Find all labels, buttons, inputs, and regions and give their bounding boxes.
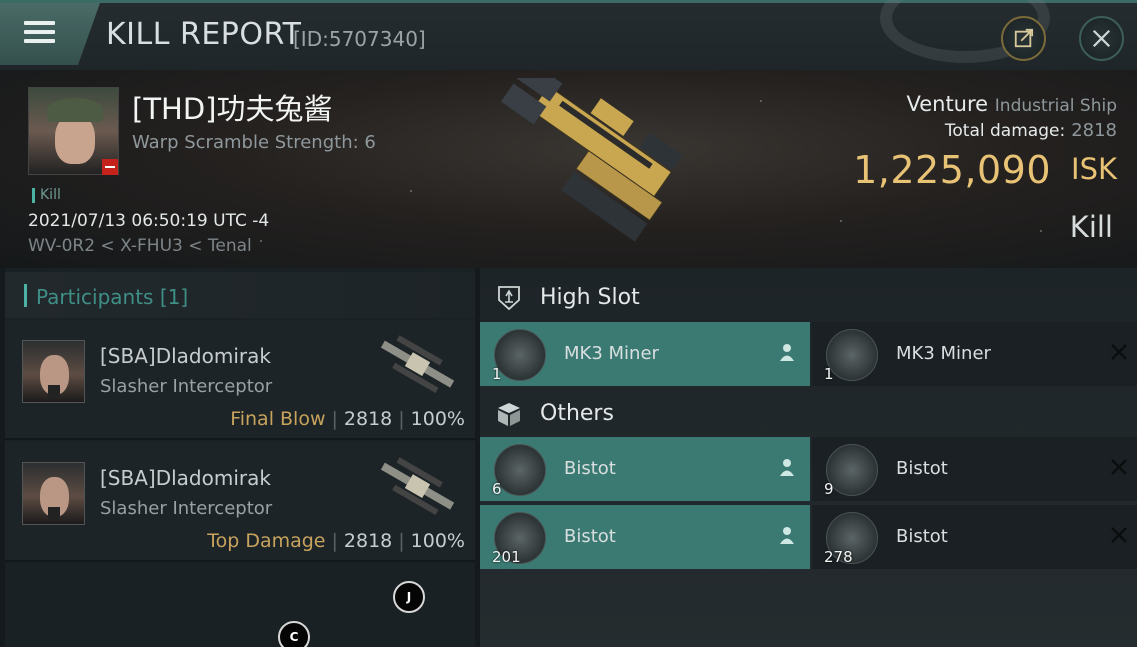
item-card[interactable]: 9 Bistot <box>812 437 1137 501</box>
hint-marker-c[interactable]: C <box>278 621 310 647</box>
participant-row[interactable]: [SBA]Dladomirak Slasher Interceptor Top … <box>5 442 475 562</box>
high-slot-header: High Slot <box>480 272 1137 322</box>
title-bar: KILL REPORT [ID:5707340] <box>0 0 1137 70</box>
dropped-person-icon <box>780 344 794 361</box>
participant-role: Top Damage <box>207 530 326 552</box>
item-card[interactable]: 201 Bistot <box>480 505 810 569</box>
slasher-ship-image <box>380 335 455 393</box>
close-icon <box>1092 29 1111 48</box>
dropped-person-icon <box>780 459 794 476</box>
page-title: KILL REPORT <box>106 17 302 52</box>
item-card[interactable]: 1 MK3 Miner <box>480 322 810 386</box>
item-card[interactable]: 278 Bistot <box>812 505 1137 569</box>
victim-name[interactable]: [THD]功夫兔酱 <box>132 86 332 128</box>
item-quantity: 1 <box>824 365 834 383</box>
kill-tag: Kill <box>40 187 61 203</box>
destroyed-x-icon <box>1111 344 1127 360</box>
total-damage: Total damage: 2818 <box>944 120 1117 141</box>
high-slot-title: High Slot <box>540 285 640 310</box>
slasher-ship-image <box>380 457 455 515</box>
others-title: Others <box>540 401 614 426</box>
participant-percent: 100% <box>410 408 465 430</box>
participants-title: Participants <box>36 285 154 309</box>
warp-scramble-strength: Warp Scramble Strength: 6 <box>132 132 376 153</box>
kill-timestamp: 2021/07/13 06:50:19 UTC -4 <box>28 211 270 231</box>
participants-count: [1] <box>159 285 189 309</box>
others-header: Others <box>480 388 1137 438</box>
participant-name: [SBA]Dladomirak <box>100 466 271 490</box>
dropped-person-icon <box>780 527 794 544</box>
isk-value: 1,225,090 <box>853 148 1051 192</box>
menu-button[interactable] <box>0 3 100 65</box>
kill-result: Kill <box>1069 210 1113 244</box>
participant-ship: Slasher Interceptor <box>100 376 273 397</box>
item-name: MK3 Miner <box>564 343 659 364</box>
item-name: MK3 Miner <box>896 343 991 364</box>
participant-avatar <box>22 340 85 403</box>
item-quantity: 9 <box>824 480 834 498</box>
item-name: Bistot <box>564 458 616 479</box>
ship-class: Industrial Ship <box>994 96 1117 116</box>
items-panel: High Slot 1 MK3 Miner 1 MK3 Miner Others… <box>480 268 1137 647</box>
item-card[interactable]: 1 MK3 Miner <box>812 322 1137 386</box>
participant-percent: 100% <box>410 530 465 552</box>
participant-damage: 2818 <box>343 408 393 430</box>
cargo-box-icon <box>498 403 520 426</box>
hint-marker-j[interactable]: J <box>393 581 425 613</box>
external-link-icon <box>1014 28 1034 48</box>
item-name: Bistot <box>896 458 948 479</box>
high-slot-icon <box>498 286 520 311</box>
participant-avatar <box>22 462 85 525</box>
item-name: Bistot <box>564 526 616 547</box>
destroyed-x-icon <box>1111 527 1127 543</box>
participant-damage: 2818 <box>343 530 393 552</box>
ship-type[interactable]: Venture Industrial Ship <box>906 92 1117 116</box>
participants-header: Participants [1] <box>5 272 475 318</box>
item-quantity: 6 <box>492 480 502 498</box>
close-button[interactable] <box>1079 16 1124 61</box>
participant-stats: Final Blow | 2818 | 100% <box>230 408 465 430</box>
security-status-badge <box>102 159 118 175</box>
venture-ship-image[interactable] <box>470 78 690 248</box>
item-name: Bistot <box>896 526 948 547</box>
participant-name: [SBA]Dladomirak <box>100 344 271 368</box>
participant-role: Final Blow <box>230 408 326 430</box>
report-id: [ID:5707340] <box>293 27 426 51</box>
participant-stats: Top Damage | 2818 | 100% <box>207 530 465 552</box>
victim-banner: [THD]功夫兔酱 Warp Scramble Strength: 6 Kill… <box>0 70 1137 268</box>
destroyed-x-icon <box>1111 459 1127 475</box>
participant-row[interactable]: [SBA]Dladomirak Slasher Interceptor Fina… <box>5 320 475 440</box>
kill-location: WV-0R2 < X-FHU3 < Tenal <box>28 236 252 256</box>
item-quantity: 278 <box>824 548 853 566</box>
item-quantity: 1 <box>492 365 502 383</box>
victim-avatar[interactable] <box>28 87 119 175</box>
item-card[interactable]: 6 Bistot <box>480 437 810 501</box>
item-quantity: 201 <box>492 548 521 566</box>
participant-ship: Slasher Interceptor <box>100 498 273 519</box>
share-button[interactable] <box>1001 16 1046 61</box>
participants-panel: Participants [1] [SBA]Dladomirak Slasher… <box>5 268 475 647</box>
isk-unit: ISK <box>1071 152 1117 186</box>
